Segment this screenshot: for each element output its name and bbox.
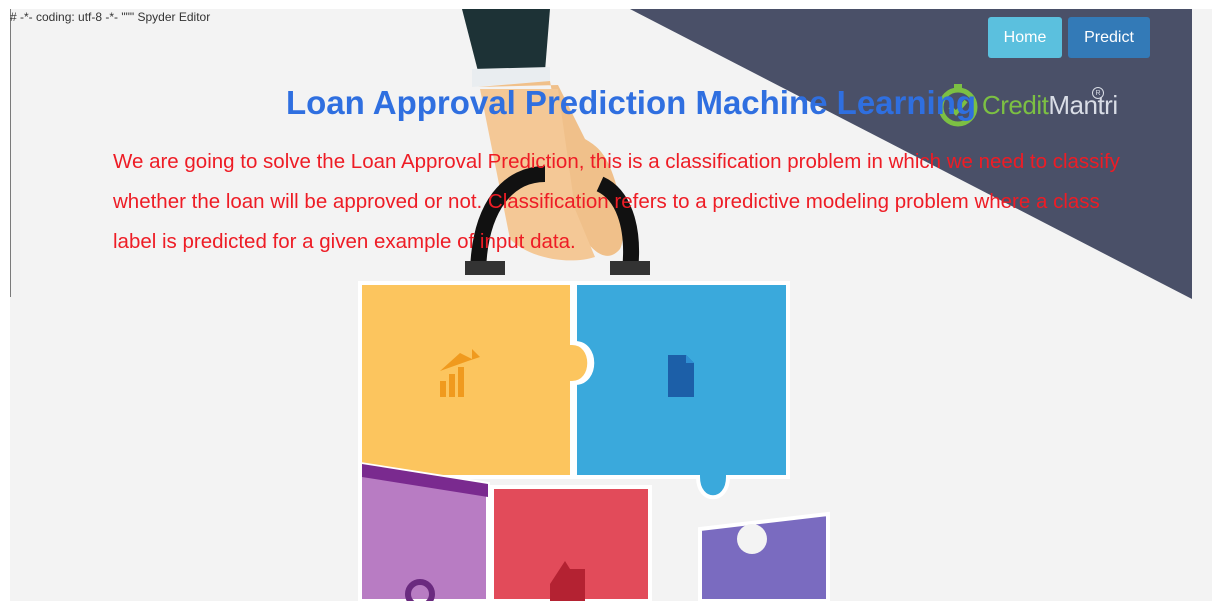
header-comment: # -*- coding: utf-8 -*- """ Spyder Edito… [10, 10, 211, 24]
top-nav: Home Predict [988, 17, 1150, 58]
divider [10, 9, 11, 297]
page-title: Loan Approval Prediction Machine Learnin… [285, 84, 977, 121]
home-button[interactable]: Home [988, 17, 1062, 58]
predict-button[interactable]: Predict [1068, 17, 1150, 58]
description-text: We are going to solve the Loan Approval … [113, 150, 1120, 253]
